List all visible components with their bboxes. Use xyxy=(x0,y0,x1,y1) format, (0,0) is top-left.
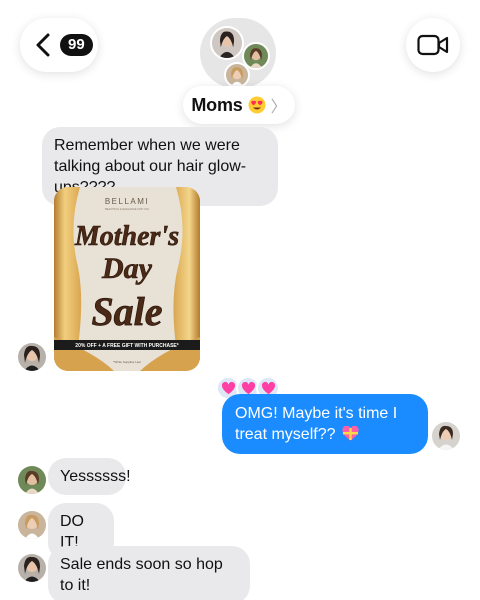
ad-headline-line1: Mother's xyxy=(74,221,179,252)
ad-banner: 20% OFF + A FREE GIFT WITH PURCHASE* xyxy=(75,343,178,349)
sender-avatar xyxy=(18,554,46,582)
unread-count-badge: 99 xyxy=(60,34,93,56)
sender-avatar xyxy=(18,343,46,371)
my-avatar xyxy=(432,422,460,450)
ad-fine-print: *While Supplies Last xyxy=(113,360,141,364)
group-avatar[interactable] xyxy=(200,18,276,88)
gift-heart-emoji-icon xyxy=(342,425,359,441)
group-name-button[interactable]: Moms 〉 xyxy=(183,86,295,124)
sender-avatar xyxy=(18,466,46,494)
chevron-right-icon: 〉 xyxy=(270,99,287,116)
sender-avatar xyxy=(18,511,46,539)
back-button[interactable]: 99 xyxy=(20,18,98,72)
incoming-message[interactable]: Sale ends soon so hop to it! xyxy=(48,546,250,600)
chevron-left-icon xyxy=(36,33,50,57)
message-text: Yessssss! xyxy=(60,468,131,485)
message-text: Sale ends soon so hop to it! xyxy=(60,556,223,594)
ad-headline-line2: Day xyxy=(101,252,153,285)
message-text: OMG! Maybe it's time I treat myself?? xyxy=(235,405,398,443)
image-message[interactable]: BELLAMI BEAUTIFUL & ELEGANCE FOR YOU Mot… xyxy=(54,187,200,371)
group-name: Moms xyxy=(191,94,243,115)
member-avatar xyxy=(224,62,250,88)
incoming-message[interactable]: Yessssss! xyxy=(48,458,131,495)
video-call-button[interactable] xyxy=(406,18,460,72)
ad-brand-tagline: BEAUTIFUL & ELEGANCE FOR YOU xyxy=(105,207,149,211)
heart-icon xyxy=(221,381,235,394)
outgoing-message[interactable]: OMG! Maybe it's time I treat myself?? xyxy=(222,394,428,454)
heart-eyes-emoji-icon xyxy=(248,96,266,114)
ad-brand: BELLAMI xyxy=(105,197,149,206)
member-avatar xyxy=(210,26,244,60)
video-camera-icon xyxy=(417,34,449,56)
ad-headline-line3: Sale xyxy=(91,289,162,334)
